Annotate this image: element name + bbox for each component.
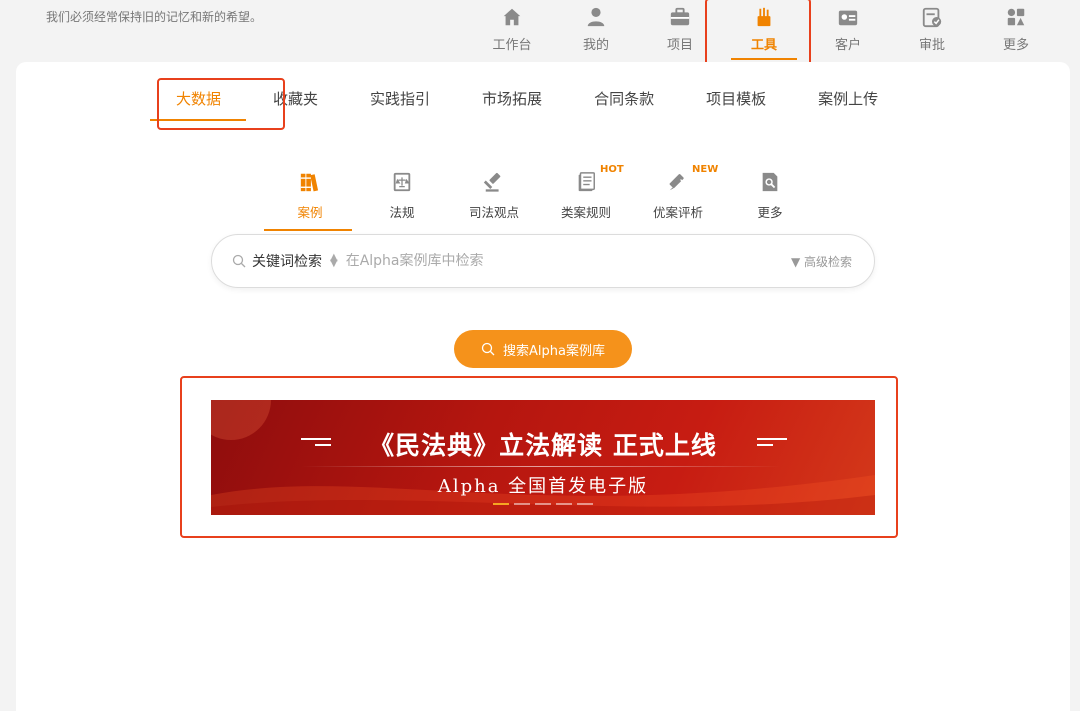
subtab-excellent-case-review[interactable]: NEW 优案评析 <box>632 164 724 221</box>
tab-big-data[interactable]: 大数据 <box>149 88 247 121</box>
sort-arrows-icon[interactable]: ▲ ▼ <box>330 253 338 269</box>
main-panel: 大数据 收藏夹 实践指引 市场拓展 合同条款 项目模板 案例上传 案例 法规 司… <box>16 62 1070 711</box>
pen-icon <box>669 174 684 191</box>
tab-project-templates[interactable]: 项目模板 <box>706 88 766 117</box>
user-icon <box>587 7 605 27</box>
subtab-more[interactable]: 更多 <box>724 170 816 221</box>
home-icon <box>503 8 521 26</box>
tab-case-upload[interactable]: 案例上传 <box>818 88 878 117</box>
advanced-search-link[interactable]: ▼ 高级检索 <box>791 253 852 270</box>
caret-down-icon: ▼ <box>790 254 804 269</box>
search-input[interactable] <box>345 253 746 269</box>
tab-favorites[interactable]: 收藏夹 <box>273 88 318 117</box>
subtab-regulations[interactable]: 法规 <box>356 170 448 221</box>
subtab-similar-case-rules[interactable]: HOT 类案规则 <box>540 164 632 221</box>
subtab-label: 案例 <box>297 205 323 220</box>
grid-more-icon <box>1007 8 1025 26</box>
search-mode-select[interactable]: 关键词检索 <box>252 251 322 271</box>
nav-item-mine[interactable]: 我的 <box>554 0 638 62</box>
advanced-search-label: 高级检索 <box>803 254 852 269</box>
carousel-dot[interactable] <box>493 503 509 505</box>
books-icon <box>300 173 319 192</box>
tab-contract-clauses[interactable]: 合同条款 <box>594 88 654 117</box>
nav-item-label: 更多 <box>1002 38 1029 53</box>
document-icon <box>578 172 595 192</box>
subtab-label: 类案规则 <box>560 205 611 220</box>
banner-subtitle: Alpha 全国首发电子版 <box>437 476 649 497</box>
nav-item-label: 工作台 <box>492 38 532 53</box>
hot-badge: HOT <box>600 164 624 175</box>
tools-icon <box>757 7 771 27</box>
banner-divider <box>301 466 781 467</box>
top-nav: 工作台 我的 项目 工具 客户 审批 更多 <box>470 0 1058 62</box>
nav-item-project[interactable]: 项目 <box>638 0 722 62</box>
nav-item-label: 审批 <box>918 38 945 53</box>
client-card-icon <box>838 10 858 26</box>
nav-item-label: 我的 <box>582 38 609 53</box>
nav-item-label: 客户 <box>834 38 861 53</box>
law-book-icon <box>393 172 411 192</box>
subtab-label: 优案评析 <box>652 205 703 220</box>
nav-item-client[interactable]: 客户 <box>806 0 890 62</box>
briefcase-icon <box>670 7 690 26</box>
new-badge: NEW <box>692 164 719 175</box>
search-doc-icon <box>762 172 778 192</box>
gavel-icon <box>483 172 501 192</box>
category-tabs: 大数据 收藏夹 实践指引 市场拓展 合同条款 项目模板 案例上传 <box>149 88 930 121</box>
slogan: 我们必须经常保持旧的记忆和新的希望。 <box>46 10 263 24</box>
carousel-dot[interactable] <box>535 503 551 505</box>
subtab-cases[interactable]: 案例 <box>264 170 356 231</box>
search-button[interactable]: 搜索Alpha案例库 <box>454 330 632 368</box>
carousel-dot[interactable] <box>556 503 572 505</box>
search-bar: 关键词检索 ▲▼ ▼ 高级检索 <box>211 234 875 288</box>
nav-item-more[interactable]: 更多 <box>974 0 1058 62</box>
subtab-label: 法规 <box>389 205 415 220</box>
subtab-label: 更多 <box>757 205 783 220</box>
approval-icon <box>922 7 942 28</box>
search-icon <box>481 342 495 356</box>
nav-item-workbench[interactable]: 工作台 <box>470 0 554 62</box>
database-subtabs: 案例 法规 司法观点 HOT 类案规则 NEW 优案评析 更多 <box>264 164 816 231</box>
nav-item-approval[interactable]: 审批 <box>890 0 974 62</box>
search-icon <box>232 254 246 268</box>
subtab-label: 司法观点 <box>468 205 519 220</box>
nav-item-label: 工具 <box>750 38 777 53</box>
nav-item-label: 项目 <box>666 38 693 53</box>
carousel-dot[interactable] <box>514 503 530 505</box>
subtab-judicial-views[interactable]: 司法观点 <box>448 170 540 221</box>
nav-item-tools[interactable]: 工具 <box>722 0 806 62</box>
carousel-dot[interactable] <box>577 503 593 505</box>
banner-title: 《民法典》立法解读 正式上线 <box>369 431 717 460</box>
search-button-label: 搜索Alpha案例库 <box>503 343 605 359</box>
tab-market-expansion[interactable]: 市场拓展 <box>482 88 542 117</box>
banner-carousel-dots <box>493 503 593 505</box>
tab-practice-guide[interactable]: 实践指引 <box>370 88 430 117</box>
promo-banner[interactable]: 《民法典》立法解读 正式上线 Alpha 全国首发电子版 <box>211 400 875 515</box>
